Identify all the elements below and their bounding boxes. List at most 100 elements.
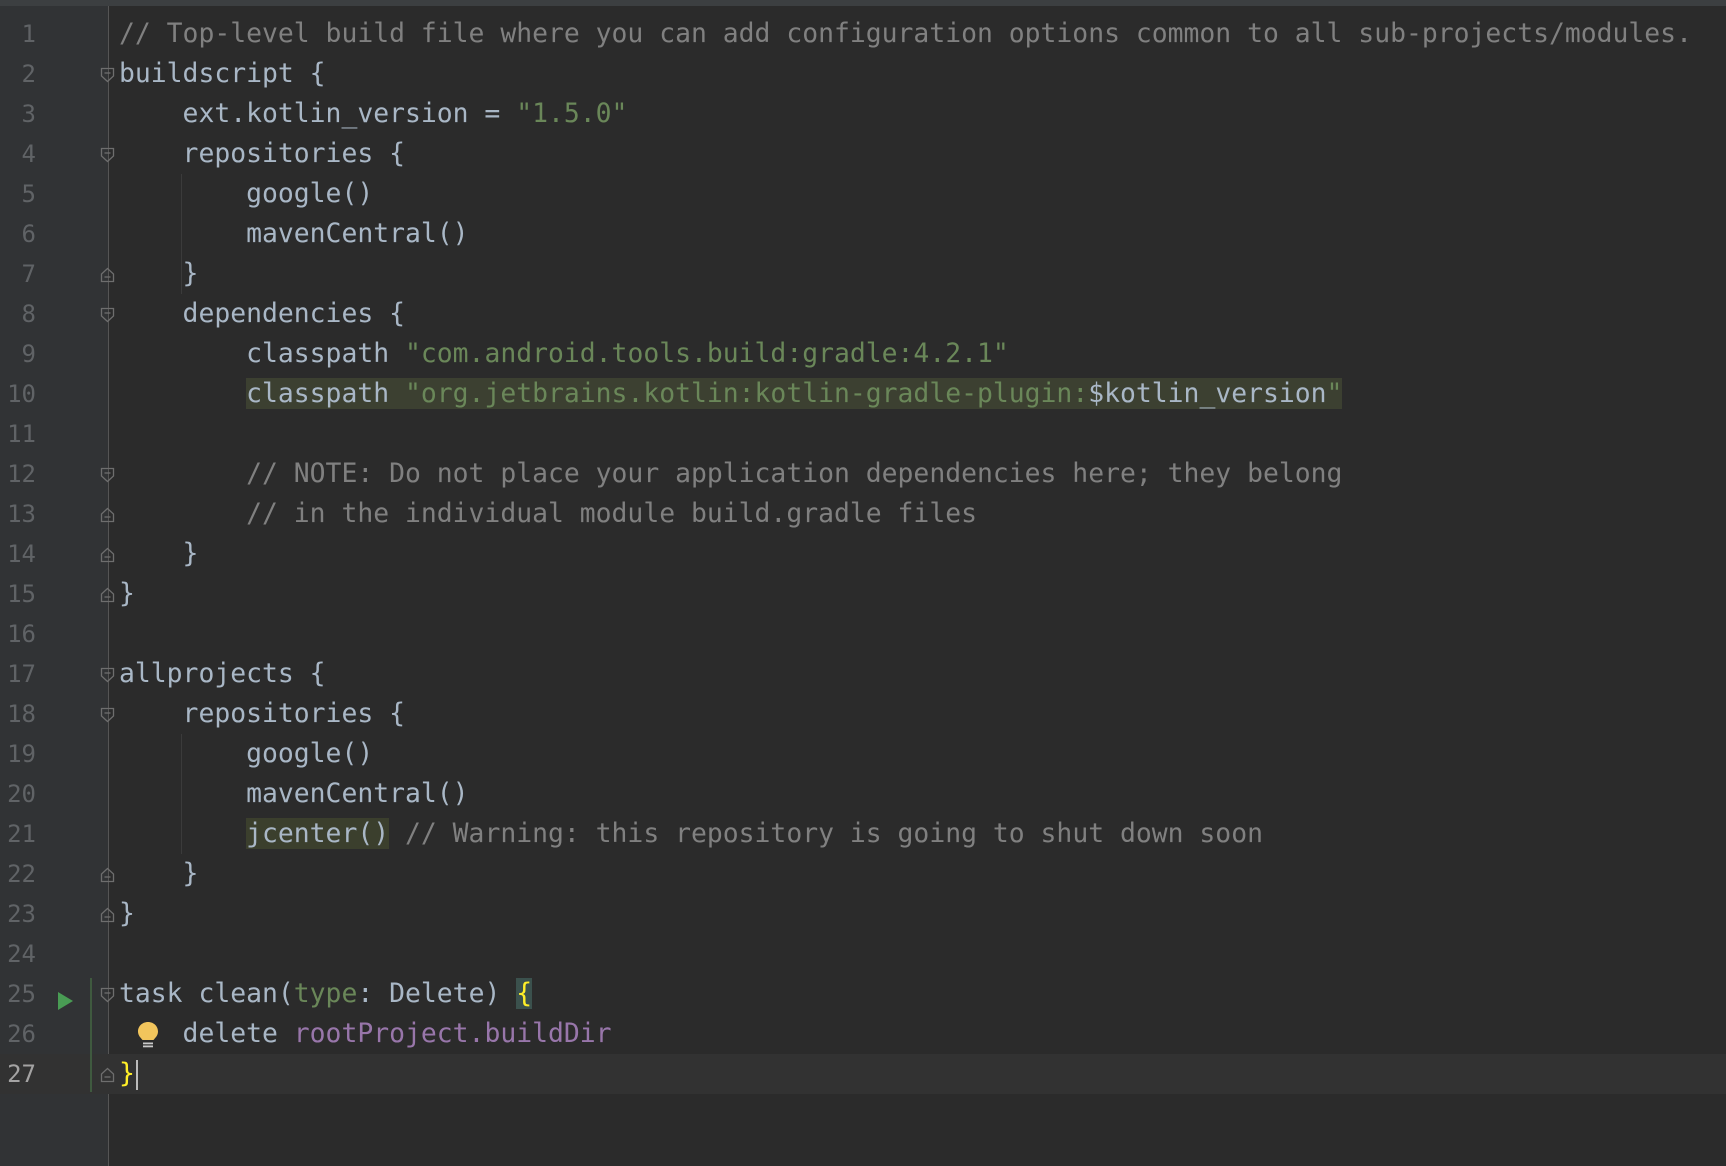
line-number[interactable]: 16 bbox=[0, 614, 36, 654]
line-number[interactable]: 5 bbox=[0, 174, 36, 214]
code-line[interactable]: 12 // NOTE: Do not place your applicatio… bbox=[0, 454, 1726, 494]
code-text[interactable]: jcenter() // Warning: this repository is… bbox=[119, 814, 1263, 854]
code-lines: 1 // Top-level build file where you can a… bbox=[0, 14, 1726, 1094]
line-number[interactable]: 25 bbox=[0, 974, 36, 1014]
line-number[interactable]: 20 bbox=[0, 774, 36, 814]
line-number[interactable]: 1 bbox=[0, 14, 36, 54]
code-text[interactable]: } bbox=[119, 534, 199, 574]
code-text[interactable]: delete rootProject.buildDir bbox=[119, 1014, 612, 1054]
code-token: delete bbox=[119, 1018, 294, 1049]
code-line[interactable]: 8 dependencies { bbox=[0, 294, 1726, 334]
code-line[interactable]: 20 mavenCentral() bbox=[0, 774, 1726, 814]
code-text[interactable]: // in the individual module build.gradle… bbox=[119, 494, 977, 534]
code-text[interactable]: } bbox=[119, 1054, 138, 1094]
code-line[interactable]: 2 buildscript { bbox=[0, 54, 1726, 94]
code-line[interactable]: 19 google() bbox=[0, 734, 1726, 774]
line-number[interactable]: 26 bbox=[0, 1014, 36, 1054]
code-line[interactable]: 6 mavenCentral() bbox=[0, 214, 1726, 254]
line-number[interactable]: 18 bbox=[0, 694, 36, 734]
code-text[interactable]: repositories { bbox=[119, 694, 405, 734]
code-text[interactable]: allprojects { bbox=[119, 654, 326, 694]
line-number[interactable]: 27 bbox=[0, 1054, 36, 1094]
code-line[interactable]: 27} bbox=[0, 1054, 1726, 1094]
code-token: "com.android.tools.build:gradle:4.2.1" bbox=[405, 338, 1009, 369]
code-line[interactable]: 21 jcenter() // Warning: this repository… bbox=[0, 814, 1726, 854]
fold-end-icon[interactable] bbox=[100, 267, 115, 283]
line-number[interactable]: 11 bbox=[0, 414, 36, 454]
line-number[interactable]: 8 bbox=[0, 294, 36, 334]
code-text[interactable]: } bbox=[119, 894, 135, 934]
line-number[interactable]: 13 bbox=[0, 494, 36, 534]
fold-end-icon[interactable] bbox=[100, 907, 115, 923]
code-line[interactable]: 25 task clean(type: Delete) { bbox=[0, 974, 1726, 1014]
code-text[interactable]: classpath "com.android.tools.build:gradl… bbox=[119, 334, 1009, 374]
line-number[interactable]: 10 bbox=[0, 374, 36, 414]
line-number[interactable]: 7 bbox=[0, 254, 36, 294]
fold-collapse-icon[interactable] bbox=[100, 307, 115, 323]
line-number[interactable]: 2 bbox=[0, 54, 36, 94]
code-line[interactable]: 9 classpath "com.android.tools.build:gra… bbox=[0, 334, 1726, 374]
code-text[interactable]: classpath "org.jetbrains.kotlin:kotlin-g… bbox=[119, 374, 1343, 414]
code-text[interactable]: repositories { bbox=[119, 134, 405, 174]
fold-collapse-icon[interactable] bbox=[100, 467, 115, 483]
code-line[interactable]: 5 google() bbox=[0, 174, 1726, 214]
code-line[interactable]: 11 bbox=[0, 414, 1726, 454]
code-text[interactable]: google() bbox=[119, 174, 373, 214]
code-line[interactable]: 18 repositories { bbox=[0, 694, 1726, 734]
code-line[interactable]: 15} bbox=[0, 574, 1726, 614]
fold-end-icon[interactable] bbox=[100, 867, 115, 883]
line-number[interactable]: 15 bbox=[0, 574, 36, 614]
code-text[interactable]: // NOTE: Do not place your application d… bbox=[119, 454, 1342, 494]
code-line[interactable]: 24 bbox=[0, 934, 1726, 974]
code-text[interactable]: task clean(type: Delete) { bbox=[119, 974, 533, 1014]
code-line[interactable]: 4 repositories { bbox=[0, 134, 1726, 174]
code-text[interactable]: google() bbox=[119, 734, 373, 774]
code-line[interactable]: 26 delete rootProject.buildDir bbox=[0, 1014, 1726, 1054]
code-line[interactable]: 14 } bbox=[0, 534, 1726, 574]
fold-collapse-icon[interactable] bbox=[100, 147, 115, 163]
run-task-icon[interactable] bbox=[56, 983, 74, 1010]
fold-collapse-icon[interactable] bbox=[100, 707, 115, 723]
code-token: } bbox=[119, 538, 199, 569]
code-text[interactable]: } bbox=[119, 574, 135, 614]
line-number[interactable]: 9 bbox=[0, 334, 36, 374]
line-number[interactable]: 6 bbox=[0, 214, 36, 254]
line-number[interactable]: 22 bbox=[0, 854, 36, 894]
code-line[interactable]: 23} bbox=[0, 894, 1726, 934]
code-text[interactable]: } bbox=[119, 854, 199, 894]
fold-end-icon[interactable] bbox=[100, 547, 115, 563]
code-token: } bbox=[119, 898, 135, 929]
code-line[interactable]: 10 classpath "org.jetbrains.kotlin:kotli… bbox=[0, 374, 1726, 414]
fold-end-icon[interactable] bbox=[100, 507, 115, 523]
code-text[interactable]: ext.kotlin_version = "1.5.0" bbox=[119, 94, 628, 134]
fold-end-icon[interactable] bbox=[100, 1067, 115, 1083]
code-line[interactable]: 1 // Top-level build file where you can a… bbox=[0, 14, 1726, 54]
line-number[interactable]: 24 bbox=[0, 934, 36, 974]
code-line[interactable]: 16 bbox=[0, 614, 1726, 654]
code-line[interactable]: 22 } bbox=[0, 854, 1726, 894]
code-line[interactable]: 7 } bbox=[0, 254, 1726, 294]
code-token: buildscript { bbox=[119, 58, 326, 89]
fold-end-icon[interactable] bbox=[100, 587, 115, 603]
fold-collapse-icon[interactable] bbox=[100, 667, 115, 683]
code-text[interactable]: dependencies { bbox=[119, 294, 405, 334]
line-number[interactable]: 12 bbox=[0, 454, 36, 494]
code-editor[interactable]: 1 // Top-level build file where you can a… bbox=[0, 0, 1726, 1166]
code-text[interactable]: mavenCentral() bbox=[119, 214, 468, 254]
fold-collapse-icon[interactable] bbox=[100, 987, 115, 1003]
line-number[interactable]: 17 bbox=[0, 654, 36, 694]
code-text[interactable]: buildscript { bbox=[119, 54, 326, 94]
code-line[interactable]: 3 ext.kotlin_version = "1.5.0" bbox=[0, 94, 1726, 134]
code-text[interactable]: // Top-level build file where you can ad… bbox=[119, 14, 1692, 54]
fold-collapse-icon[interactable] bbox=[100, 67, 115, 83]
code-line[interactable]: 13 // in the individual module build.gra… bbox=[0, 494, 1726, 534]
line-number[interactable]: 4 bbox=[0, 134, 36, 174]
code-text[interactable]: } bbox=[119, 254, 199, 294]
line-number[interactable]: 21 bbox=[0, 814, 36, 854]
code-text[interactable]: mavenCentral() bbox=[119, 774, 468, 814]
line-number[interactable]: 14 bbox=[0, 534, 36, 574]
line-number[interactable]: 3 bbox=[0, 94, 36, 134]
code-line[interactable]: 17 allprojects { bbox=[0, 654, 1726, 694]
line-number[interactable]: 19 bbox=[0, 734, 36, 774]
line-number[interactable]: 23 bbox=[0, 894, 36, 934]
